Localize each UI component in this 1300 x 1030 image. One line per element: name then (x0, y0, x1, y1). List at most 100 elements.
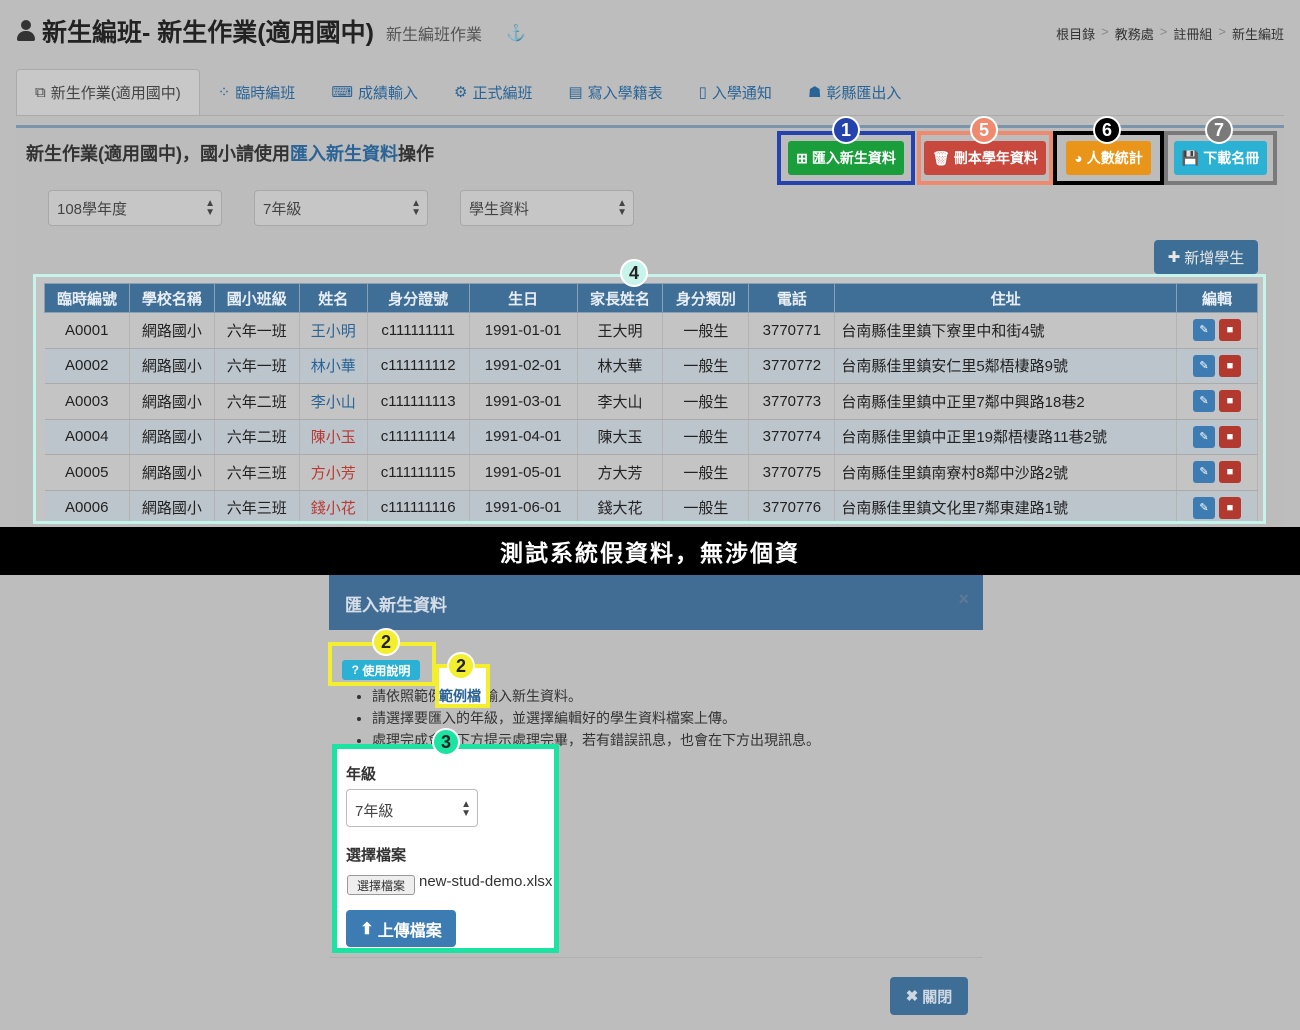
cell-parent: 王大明 (577, 312, 664, 349)
step-badge: 4 (620, 259, 648, 287)
main-page: 新生編班- 新生作業(適用國中) 新生編班作業 ⚓ 根目錄 > 教務處 > 註冊… (0, 0, 1300, 527)
tab-new-student[interactable]: ⧉ 新生作業(適用國中) (16, 69, 200, 115)
cell-school: 網路國小 (129, 348, 215, 384)
grade-select[interactable]: 7年級 ▲ ▼ (254, 190, 428, 226)
close-icon[interactable]: × (958, 589, 969, 610)
tab-temp-class[interactable]: ⁘ 臨時編班 (200, 69, 314, 115)
edit-icon[interactable]: ✎ (1192, 319, 1215, 342)
breadcrumb-separator: > (1218, 24, 1226, 39)
cell-school: 網路國小 (129, 490, 215, 521)
file-name: new-stud-demo.xlsx (419, 873, 553, 890)
tab-admission-notice[interactable]: ▯ 入學通知 (681, 69, 790, 115)
column-header[interactable]: 身分證號 (366, 283, 470, 313)
cell-edit: ✎ ■ (1176, 419, 1259, 455)
cell-class: 六年一班 (214, 312, 300, 349)
column-header[interactable]: 電話 (748, 283, 836, 313)
cell-school: 網路國小 (129, 312, 215, 349)
column-header[interactable]: 國小班級 (213, 283, 300, 313)
breadcrumb-separator: > (1159, 24, 1168, 39)
import-new-student-button[interactable]: ⊞ 匯入新生資料 (788, 141, 904, 175)
grade-select[interactable]: 7年級 ▲ ▼ (346, 789, 478, 827)
gear-icon: ⚙ (453, 84, 468, 101)
cell-name: 王小明 (299, 312, 368, 349)
step-badge: 2 (372, 628, 400, 656)
column-header[interactable]: 住址 (834, 283, 1177, 313)
cell-id: A0003 (44, 383, 130, 420)
breadcrumb: 根目錄 > 教務處 > 註冊組 > 新生編班 (1056, 24, 1284, 43)
edit-icon[interactable]: ✎ (1192, 496, 1215, 519)
table-header-row: 臨時編號 學校名稱 國小班級 姓名 身分證號 生日 家長姓名 身分類別 電話 住… (44, 283, 1259, 313)
close-button[interactable]: ✖ 關閉 (890, 977, 968, 1015)
keyboard-icon: ⌨ (331, 84, 353, 101)
cell-edit: ✎ ■ (1176, 490, 1259, 521)
step-badge: 6 (1093, 116, 1121, 144)
upload-icon: ⬆ (360, 920, 374, 938)
edit-icon[interactable]: ✎ (1192, 390, 1215, 413)
column-header[interactable]: 學校名稱 (128, 283, 215, 313)
breadcrumb-item[interactable]: 註冊組 (1173, 24, 1212, 43)
table-row: A0005 網路國小 六年三班 方小芳 c111111115 1991-05-01 方大芳一… (44, 454, 1259, 491)
column-header[interactable]: 生日 (468, 283, 578, 313)
step-badge: 3 (432, 728, 460, 756)
cell-category: 一般生 (662, 490, 750, 521)
trash-icon[interactable]: ■ (1218, 354, 1241, 377)
help-button[interactable]: ? 使用說明 (342, 660, 420, 680)
trash-icon[interactable]: ■ (1218, 319, 1241, 342)
step-badge: 7 (1205, 116, 1233, 144)
edit-icon[interactable]: ✎ (1192, 354, 1215, 377)
cell-edit: ✎ ■ (1176, 312, 1259, 349)
add-student-button[interactable]: ✚ 新增學生 (1154, 240, 1258, 274)
cell-category: 一般生 (662, 348, 750, 384)
breadcrumb-item[interactable]: 教務處 (1115, 24, 1154, 43)
modal-area: 匯入新生資料 × ✖ 關閉 (0, 575, 1300, 1030)
filter-bar: 108學年度 ▲ ▼ 7年級 ▲ ▼ 學生資料 ▲ ▼ (48, 190, 634, 226)
trash-icon[interactable]: ■ (1218, 496, 1241, 519)
delete-year-data-button[interactable]: 🗑 刪本學年資料 (924, 141, 1046, 175)
robot-icon: ☗ (807, 84, 822, 101)
column-header[interactable]: 家長姓名 (576, 283, 664, 313)
trash-icon[interactable]: ■ (1218, 425, 1241, 448)
cell-birthday: 1991-04-01 (469, 419, 578, 455)
sample-file-link[interactable]: 範例檔 (439, 686, 481, 706)
upload-form: 年級 7年級 ▲ ▼ 選擇檔案 選擇檔案 new-stud-demo.xlsx ⬆ 上… (332, 744, 559, 953)
tab-county-import-export[interactable]: ☗ 彰縣匯出入 (790, 69, 919, 115)
cell-class: 六年一班 (214, 348, 300, 384)
column-header[interactable]: 臨時編號 (44, 283, 130, 313)
tab-score-input[interactable]: ⌨ 成績輸入 (313, 69, 436, 115)
close-icon: ✖ (905, 988, 919, 1005)
breadcrumb-item[interactable]: 根目錄 (1056, 24, 1095, 43)
column-header[interactable]: 身分類別 (662, 283, 750, 313)
trash-icon[interactable]: ■ (1218, 461, 1241, 484)
data-type-select[interactable]: 學生資料 ▲ ▼ (460, 190, 634, 226)
cell-phone: 3770775 (748, 454, 836, 491)
column-header: 編輯 (1175, 283, 1259, 313)
tab-formal-class[interactable]: ⚙ 正式編班 (436, 69, 550, 115)
page-subtitle: 新生編班作業 (385, 27, 482, 44)
choose-file-button[interactable]: 選擇檔案 (347, 875, 415, 895)
cell-address: 台南縣佳里鎮中正里7鄰中興路18巷2 (834, 383, 1177, 420)
cell-pid: c111111115 (367, 454, 470, 491)
page-title: 新生編班- 新生作業(適用國中) (42, 19, 374, 47)
step-badge: 2 (447, 652, 475, 680)
anchor-icon[interactable]: ⚓ (506, 23, 526, 43)
edit-icon[interactable]: ✎ (1192, 425, 1215, 448)
step-badge: 1 (832, 116, 860, 144)
panel-title: 新生作業(適用國中)，國小請使用匯入新生資料操作 (26, 144, 434, 164)
cell-address: 台南縣佳里鎮中正里19鄰梧棲路11巷2號 (834, 419, 1177, 455)
cell-parent: 方大芳 (577, 454, 664, 491)
year-select[interactable]: 108學年度 ▲ ▼ (48, 190, 222, 226)
tab-write-register[interactable]: ▤ 寫入學籍表 (550, 69, 680, 115)
cell-address: 台南縣佳里鎮安仁里5鄰梧棲路9號 (834, 348, 1177, 384)
trash-icon[interactable]: ■ (1218, 390, 1241, 413)
modal-footer-divider (329, 957, 983, 958)
updown-arrow-icon: ▲ ▼ (205, 198, 215, 218)
cell-parent: 陳大玉 (577, 419, 664, 455)
import-link[interactable]: 匯入新生資料 (290, 144, 398, 164)
download-roster-button[interactable]: 💾 下載名冊 (1173, 141, 1268, 175)
headcount-stats-button[interactable]: ◕ 人數統計 (1066, 141, 1151, 175)
edit-icon[interactable]: ✎ (1192, 461, 1215, 484)
column-header[interactable]: 姓名 (298, 283, 368, 313)
cell-category: 一般生 (662, 312, 750, 349)
upload-button[interactable]: ⬆ 上傳檔案 (346, 910, 456, 947)
page-header: 新生編班- 新生作業(適用國中) 新生編班作業 ⚓ (16, 14, 526, 48)
